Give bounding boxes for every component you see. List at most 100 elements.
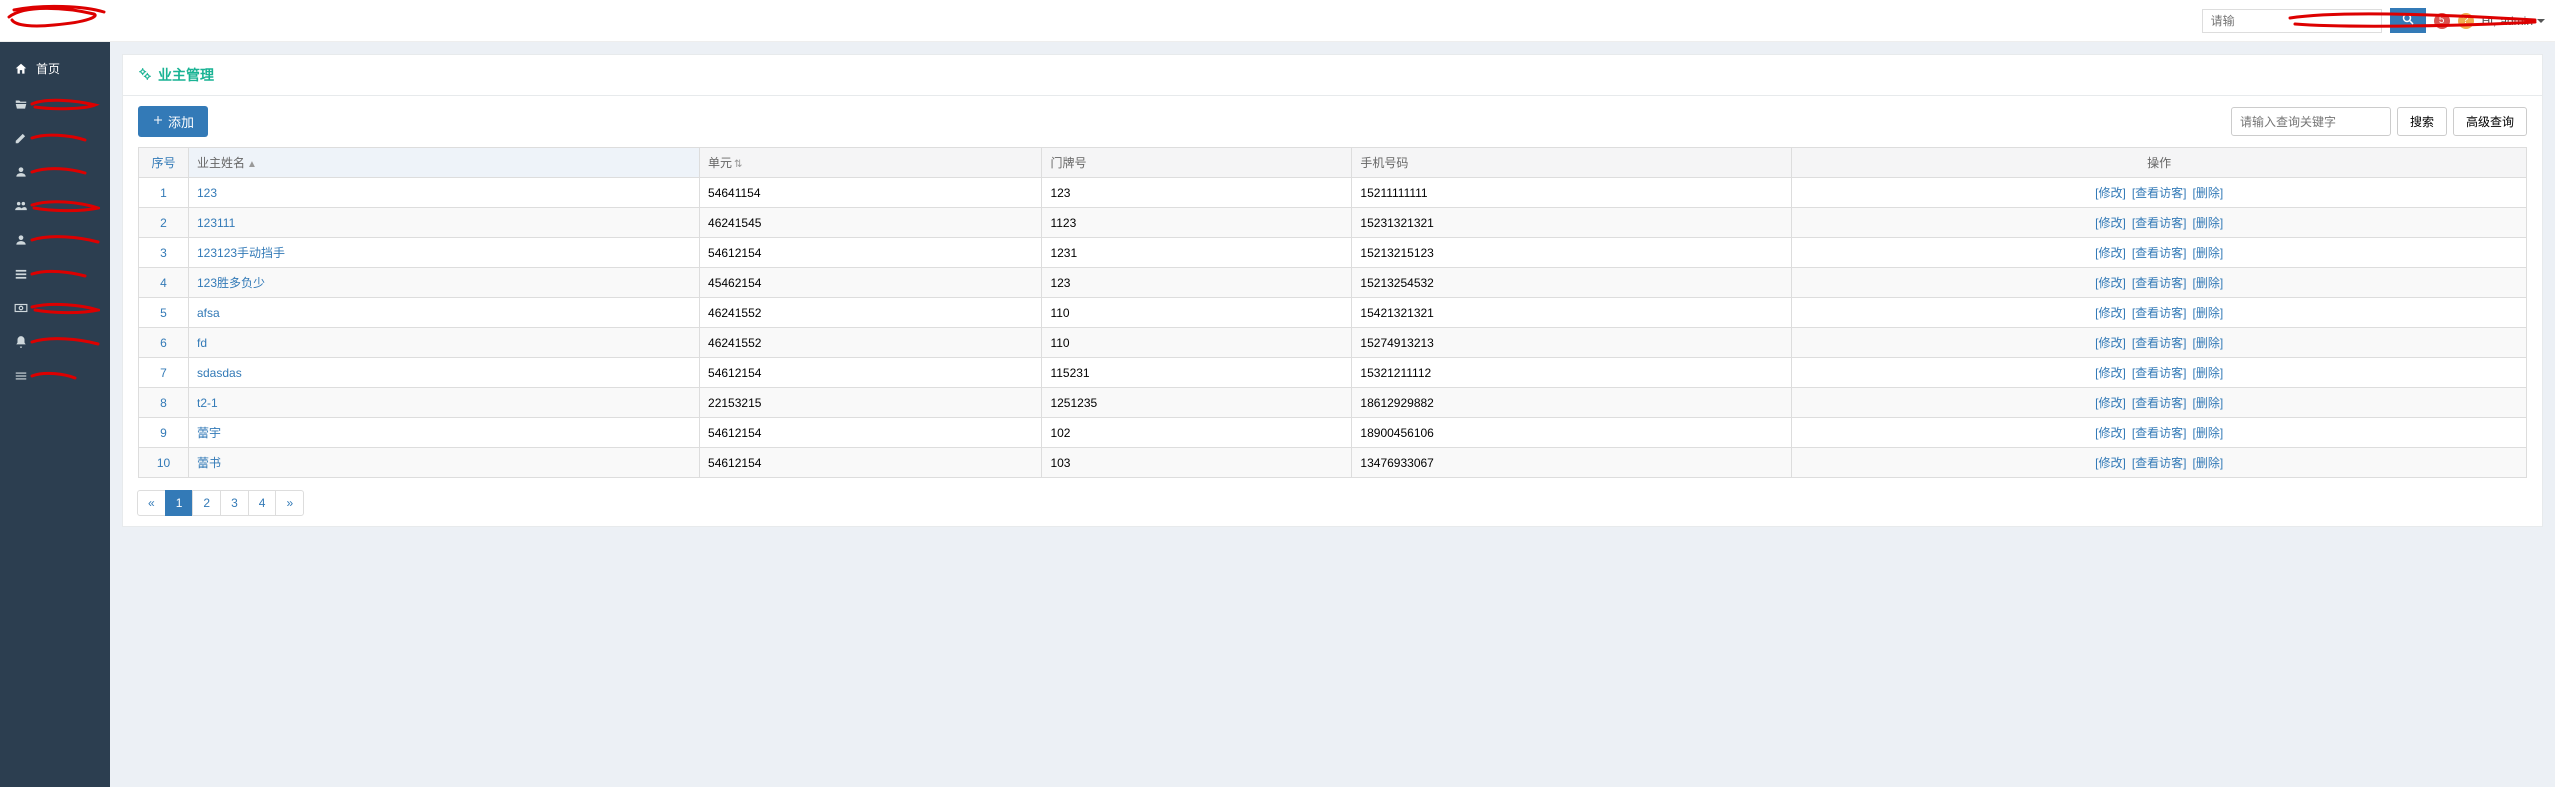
panel-header: 业主管理 xyxy=(123,55,2542,96)
owner-name-link[interactable]: sdasdas xyxy=(197,366,242,380)
cell-unit: 22153215 xyxy=(700,388,1042,418)
cell-index: 10 xyxy=(139,448,189,478)
delete-link[interactable]: [删除] xyxy=(2192,216,2223,230)
cell-door: 110 xyxy=(1042,298,1352,328)
delete-link[interactable]: [删除] xyxy=(2192,246,2223,260)
sidebar-item-8[interactable] xyxy=(0,325,110,359)
search-button[interactable]: 搜索 xyxy=(2397,107,2447,136)
col-header-door[interactable]: 门牌号 xyxy=(1042,148,1352,178)
page-prev[interactable]: « xyxy=(137,490,166,516)
view-visitors-link[interactable]: [查看访客] xyxy=(2132,426,2187,440)
cell-phone: 15211111111 xyxy=(1352,178,1792,208)
view-visitors-link[interactable]: [查看访客] xyxy=(2132,246,2187,260)
cell-door: 123 xyxy=(1042,178,1352,208)
sidebar: 首页 xyxy=(0,42,110,787)
owner-name-link[interactable]: 蕾宇 xyxy=(197,426,221,440)
page-2[interactable]: 2 xyxy=(192,490,221,516)
cell-door: 103 xyxy=(1042,448,1352,478)
add-button[interactable]: 添加 xyxy=(138,106,208,137)
cell-action: [修改] [查看访客] [删除] xyxy=(1792,208,2527,238)
view-visitors-link[interactable]: [查看访客] xyxy=(2132,216,2187,230)
owner-name-link[interactable]: 123123手动挡手 xyxy=(197,246,285,260)
view-visitors-link[interactable]: [查看访客] xyxy=(2132,306,2187,320)
cell-name: 123胜多负少 xyxy=(189,268,700,298)
delete-link[interactable]: [删除] xyxy=(2192,396,2223,410)
delete-link[interactable]: [删除] xyxy=(2192,366,2223,380)
cell-index: 2 xyxy=(139,208,189,238)
cell-unit: 46241552 xyxy=(700,328,1042,358)
cell-phone: 18900456106 xyxy=(1352,418,1792,448)
delete-link[interactable]: [删除] xyxy=(2192,336,2223,350)
edit-link[interactable]: [修改] xyxy=(2095,246,2126,260)
sidebar-item-9[interactable] xyxy=(0,359,110,393)
table-row: 5afsa4624155211015421321321[修改][查看访客][删除… xyxy=(139,298,2527,328)
table-row: 9蕾宇5461215410218900456106[修改][查看访客][删除] xyxy=(139,418,2527,448)
cell-action: [修改] [查看访客] [删除] xyxy=(1792,418,2527,448)
view-visitors-link[interactable]: [查看访客] xyxy=(2132,366,2187,380)
query-input[interactable] xyxy=(2231,107,2391,136)
sort-icon: ⇅ xyxy=(734,159,742,170)
owner-name-link[interactable]: fd xyxy=(197,336,207,350)
cell-index: 5 xyxy=(139,298,189,328)
view-visitors-link[interactable]: [查看访客] xyxy=(2132,456,2187,470)
cell-phone: 18612929882 xyxy=(1352,388,1792,418)
sidebar-item-3[interactable] xyxy=(0,155,110,189)
owner-name-link[interactable]: 123111 xyxy=(197,216,235,230)
delete-link[interactable]: [删除] xyxy=(2192,456,2223,470)
cell-index: 7 xyxy=(139,358,189,388)
cell-name: fd xyxy=(189,328,700,358)
view-visitors-link[interactable]: [查看访客] xyxy=(2132,276,2187,290)
cell-name: sdasdas xyxy=(189,358,700,388)
cell-door: 123 xyxy=(1042,268,1352,298)
sidebar-item-1[interactable] xyxy=(0,87,110,121)
view-visitors-link[interactable]: [查看访客] xyxy=(2132,186,2187,200)
edit-link[interactable]: [修改] xyxy=(2095,186,2126,200)
owner-name-link[interactable]: 123 xyxy=(197,186,217,200)
edit-icon xyxy=(14,131,28,145)
edit-link[interactable]: [修改] xyxy=(2095,366,2126,380)
home-icon xyxy=(14,62,28,76)
col-header-unit[interactable]: 单元⇅ xyxy=(700,148,1042,178)
delete-link[interactable]: [删除] xyxy=(2192,426,2223,440)
edit-link[interactable]: [修改] xyxy=(2095,336,2126,350)
sidebar-item-7[interactable] xyxy=(0,291,110,325)
edit-link[interactable]: [修改] xyxy=(2095,396,2126,410)
view-visitors-link[interactable]: [查看访客] xyxy=(2132,396,2187,410)
delete-link[interactable]: [删除] xyxy=(2192,276,2223,290)
cell-door: 1123 xyxy=(1042,208,1352,238)
delete-link[interactable]: [删除] xyxy=(2192,186,2223,200)
sidebar-item-home[interactable]: 首页 xyxy=(0,50,110,87)
sidebar-item-6[interactable] xyxy=(0,257,110,291)
delete-link[interactable]: [删除] xyxy=(2192,306,2223,320)
edit-link[interactable]: [修改] xyxy=(2095,216,2126,230)
cell-unit: 54612154 xyxy=(700,448,1042,478)
cell-action: [修改] [查看访客] [删除] xyxy=(1792,448,2527,478)
cell-name: 123 xyxy=(189,178,700,208)
owner-name-link[interactable]: afsa xyxy=(197,306,220,320)
page-next[interactable]: » xyxy=(275,490,304,516)
sidebar-item-5[interactable] xyxy=(0,223,110,257)
cell-index: 1 xyxy=(139,178,189,208)
edit-link[interactable]: [修改] xyxy=(2095,276,2126,290)
sidebar-item-4[interactable] xyxy=(0,189,110,223)
cell-action: [修改] [查看访客] [删除] xyxy=(1792,238,2527,268)
owner-name-link[interactable]: 蕾书 xyxy=(197,456,221,470)
cell-name: 蕾书 xyxy=(189,448,700,478)
page-4[interactable]: 4 xyxy=(248,490,277,516)
cell-name: afsa xyxy=(189,298,700,328)
col-header-name[interactable]: 业主姓名▲ xyxy=(189,148,700,178)
page-3[interactable]: 3 xyxy=(220,490,249,516)
page-1[interactable]: 1 xyxy=(165,490,194,516)
advanced-search-button[interactable]: 高级查询 xyxy=(2453,107,2527,136)
col-header-index[interactable]: 序号 xyxy=(139,148,189,178)
sidebar-item-2[interactable] xyxy=(0,121,110,155)
edit-link[interactable]: [修改] xyxy=(2095,456,2126,470)
owner-name-link[interactable]: t2-1 xyxy=(197,396,218,410)
cell-action: [修改] [查看访客] [删除] xyxy=(1792,268,2527,298)
view-visitors-link[interactable]: [查看访客] xyxy=(2132,336,2187,350)
edit-link[interactable]: [修改] xyxy=(2095,306,2126,320)
folder-open-icon xyxy=(14,97,28,111)
col-header-phone[interactable]: 手机号码 xyxy=(1352,148,1792,178)
owner-name-link[interactable]: 123胜多负少 xyxy=(197,276,265,290)
edit-link[interactable]: [修改] xyxy=(2095,426,2126,440)
